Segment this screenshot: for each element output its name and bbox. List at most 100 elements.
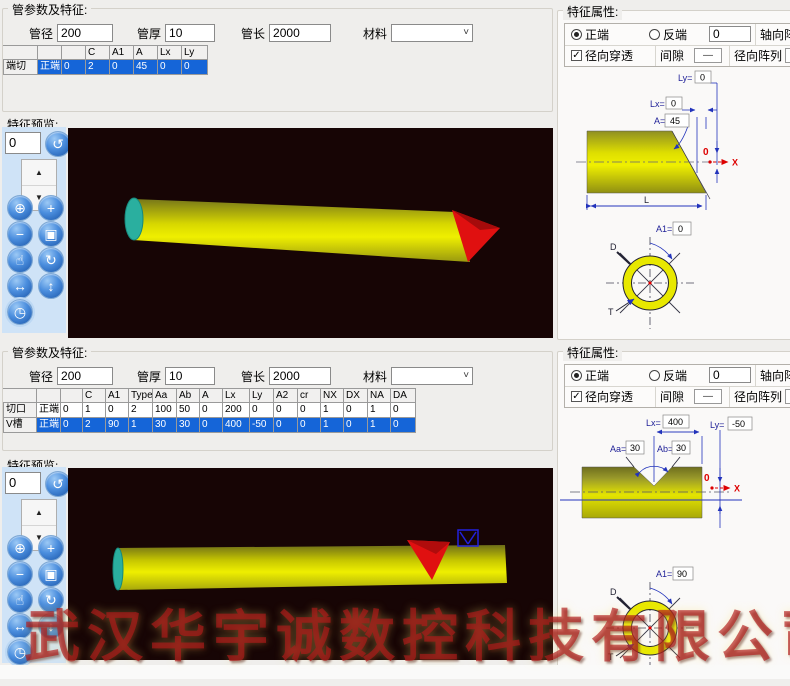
length-input[interactable]: 2000 bbox=[269, 24, 331, 42]
preview-toolbar: 0 ↺ ▲ ▼ ⊕ + − ▣ ☝ ↻ ↔ ↕ ◷ bbox=[2, 127, 66, 333]
table-row[interactable]: V槽正端0290130300400-50001010 bbox=[3, 418, 416, 433]
table-cell[interactable]: 0 bbox=[200, 418, 223, 433]
table-cell[interactable]: 0 bbox=[274, 418, 298, 433]
back-end-radio[interactable] bbox=[649, 370, 660, 381]
table-cell[interactable]: 0 bbox=[158, 60, 182, 75]
table-cell[interactable]: 0 bbox=[344, 418, 368, 433]
table-cell[interactable]: 0 bbox=[200, 403, 223, 418]
material-select[interactable]: ˅ bbox=[391, 24, 473, 42]
table-cell[interactable]: 0 bbox=[110, 60, 134, 75]
aa-label: Aa= bbox=[610, 444, 626, 454]
column-header: A2 bbox=[274, 388, 298, 403]
table-cell[interactable]: 正端 bbox=[38, 60, 62, 75]
table-cell[interactable]: 2 bbox=[86, 60, 110, 75]
table-cell[interactable]: 正端 bbox=[37, 418, 61, 433]
table-cell[interactable]: 0 bbox=[391, 418, 416, 433]
table-cell[interactable]: 0 bbox=[250, 403, 274, 418]
select-region-button[interactable]: ▣ bbox=[38, 561, 64, 587]
table-cell[interactable]: 30 bbox=[177, 418, 200, 433]
zoom-in-button[interactable]: + bbox=[38, 195, 64, 221]
rotation-angle-input[interactable]: 0 bbox=[5, 132, 41, 154]
zoom-out-button[interactable]: − bbox=[7, 561, 33, 587]
table-cell[interactable]: 0 bbox=[106, 403, 129, 418]
diameter-input[interactable]: 200 bbox=[57, 367, 113, 385]
table-cell[interactable]: 1 bbox=[129, 418, 153, 433]
column-header: Lx bbox=[158, 45, 182, 60]
3d-viewport[interactable] bbox=[68, 128, 553, 338]
radial-pierce-checkbox[interactable]: ✓ bbox=[571, 50, 582, 61]
row-label[interactable]: 端切 bbox=[3, 60, 38, 75]
table-cell[interactable]: 1 bbox=[83, 403, 106, 418]
select-box-icon: ▣ bbox=[44, 226, 57, 242]
length-input[interactable]: 2000 bbox=[269, 367, 331, 385]
table-cell[interactable]: -50 bbox=[250, 418, 274, 433]
table-cell[interactable]: 2 bbox=[129, 403, 153, 418]
radial-array-input[interactable]: 1 bbox=[785, 389, 790, 404]
table-cell[interactable]: 2 bbox=[83, 418, 106, 433]
zoom-in-button[interactable]: + bbox=[38, 535, 64, 561]
row-label[interactable]: V槽 bbox=[3, 418, 37, 433]
table-cell[interactable]: 0 bbox=[61, 418, 83, 433]
front-end-radio[interactable] bbox=[571, 370, 582, 381]
thickness-label: 管厚 bbox=[137, 25, 161, 42]
pan-button[interactable]: ⊕ bbox=[7, 535, 33, 561]
rotation-angle-input[interactable]: 0 bbox=[5, 472, 41, 494]
horizontal-view-button[interactable]: ↔ bbox=[7, 273, 33, 299]
table-cell[interactable]: 45 bbox=[134, 60, 158, 75]
pipe-3d-render bbox=[68, 128, 553, 338]
end-value-input[interactable]: 0 bbox=[709, 367, 751, 383]
table-cell[interactable]: 0 bbox=[62, 60, 86, 75]
row-label[interactable]: 切口 bbox=[3, 403, 37, 418]
zoom-out-button[interactable]: − bbox=[7, 221, 33, 247]
gap-input[interactable]: — bbox=[694, 48, 722, 63]
orbit-button[interactable]: ↻ bbox=[38, 247, 64, 273]
select-region-button[interactable]: ▣ bbox=[38, 221, 64, 247]
pan-button[interactable]: ⊕ bbox=[7, 195, 33, 221]
column-header: A1 bbox=[110, 45, 134, 60]
column-header: A bbox=[200, 388, 223, 403]
lx-label: Lx= bbox=[650, 99, 665, 109]
zoom-in-icon: + bbox=[47, 540, 55, 556]
table-cell[interactable]: 100 bbox=[153, 403, 177, 418]
step-up-button[interactable]: ▲ bbox=[22, 500, 56, 526]
vertical-view-button[interactable]: ↕ bbox=[38, 273, 64, 299]
table-cell[interactable]: 1 bbox=[321, 418, 344, 433]
table-header-row: CA1TypeAaAbALxLyA2crNXDXNADA bbox=[3, 388, 416, 403]
thickness-input[interactable]: 10 bbox=[165, 24, 215, 42]
table-row[interactable]: 端切正端0204500 bbox=[3, 60, 208, 75]
measure-button[interactable]: ◷ bbox=[7, 299, 33, 325]
table-cell[interactable]: 400 bbox=[223, 418, 250, 433]
table-cell[interactable]: 0 bbox=[344, 403, 368, 418]
table-cell[interactable]: 正端 bbox=[37, 403, 61, 418]
angle-label: A= bbox=[654, 116, 665, 126]
step-up-button[interactable]: ▲ bbox=[22, 160, 56, 186]
radial-pierce-checkbox[interactable]: ✓ bbox=[571, 391, 582, 402]
table-cell[interactable]: 1 bbox=[368, 418, 391, 433]
table-cell[interactable]: 30 bbox=[153, 418, 177, 433]
hand-button[interactable]: ☝ bbox=[7, 247, 33, 273]
column-header: C bbox=[83, 388, 106, 403]
material-select[interactable]: ˅ bbox=[391, 367, 473, 385]
table-cell[interactable]: 90 bbox=[106, 418, 129, 433]
table-cell[interactable]: 50 bbox=[177, 403, 200, 418]
end-value-input[interactable]: 0 bbox=[709, 26, 751, 42]
gap-label: 间隙 bbox=[660, 47, 684, 64]
zoom-in-icon: + bbox=[47, 200, 55, 216]
table-row[interactable]: 切口正端01021005002000001010 bbox=[3, 403, 416, 418]
table-cell[interactable]: 0 bbox=[298, 403, 321, 418]
back-end-radio[interactable] bbox=[649, 29, 660, 40]
thickness-input[interactable]: 10 bbox=[165, 367, 215, 385]
table-cell[interactable]: 1 bbox=[368, 403, 391, 418]
gap-input[interactable]: — bbox=[694, 389, 722, 404]
table-cell[interactable]: 200 bbox=[223, 403, 250, 418]
front-end-radio[interactable] bbox=[571, 29, 582, 40]
table-cell[interactable]: 1 bbox=[321, 403, 344, 418]
table-cell[interactable]: 0 bbox=[61, 403, 83, 418]
table-cell[interactable]: 0 bbox=[182, 60, 208, 75]
radial-array-input[interactable]: — bbox=[785, 48, 790, 63]
ly-label: Ly= bbox=[710, 420, 724, 430]
diameter-input[interactable]: 200 bbox=[57, 24, 113, 42]
table-cell[interactable]: 0 bbox=[298, 418, 321, 433]
table-cell[interactable]: 0 bbox=[391, 403, 416, 418]
table-cell[interactable]: 0 bbox=[274, 403, 298, 418]
